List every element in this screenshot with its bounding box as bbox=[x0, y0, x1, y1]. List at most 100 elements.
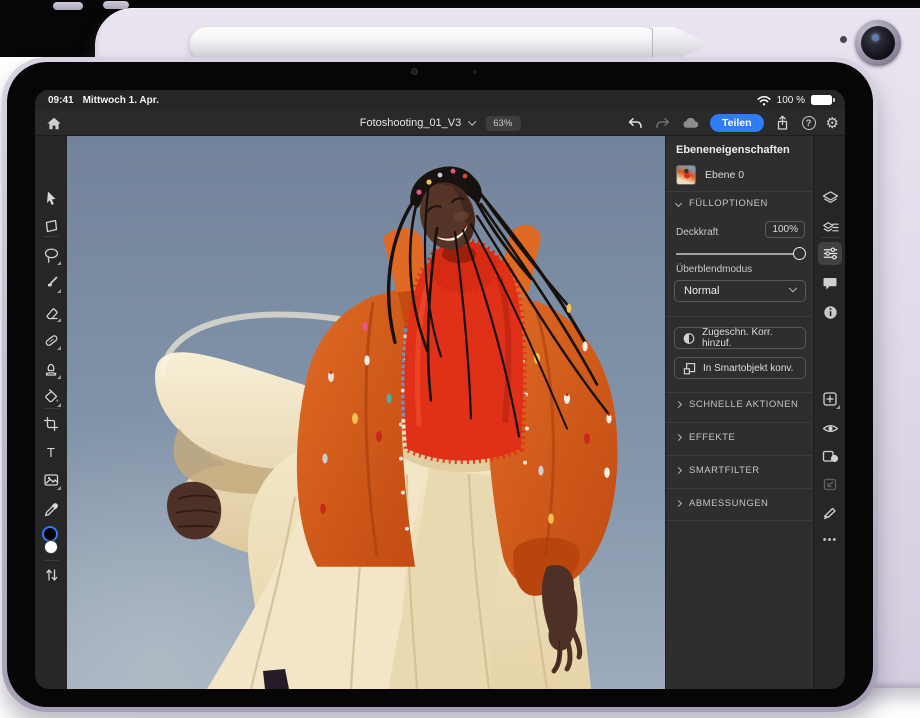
wifi-icon bbox=[757, 95, 771, 106]
panel-title: Ebeneneigenschaften bbox=[676, 144, 790, 156]
info-icon[interactable] bbox=[821, 303, 839, 321]
share-button[interactable]: Teilen bbox=[710, 114, 764, 132]
fill-bucket-tool-icon[interactable] bbox=[42, 388, 60, 406]
help-icon[interactable]: ? bbox=[802, 116, 816, 130]
layer-properties-panel: Ebeneneigenschaften Ebene 0 FÜLLOPTIONEN… bbox=[665, 136, 813, 689]
battery-icon bbox=[811, 95, 832, 105]
ios-status-bar: 09:41 Mittwoch 1. Apr. 100 % bbox=[35, 90, 845, 110]
section-fill-options[interactable]: FÜLLOPTIONEN bbox=[676, 198, 768, 209]
adjustment-icon bbox=[683, 332, 695, 345]
opacity-label: Deckkraft bbox=[676, 227, 718, 238]
section-smart-filter[interactable]: SMARTFILTER bbox=[676, 465, 760, 476]
chevron-right-icon bbox=[675, 401, 682, 408]
layers-icon[interactable] bbox=[821, 189, 839, 207]
tool-rail: T bbox=[35, 136, 67, 689]
layer-visibility-eye-icon[interactable] bbox=[821, 419, 839, 437]
chevron-down-icon bbox=[789, 284, 797, 292]
eraser-tool-icon[interactable] bbox=[42, 303, 60, 321]
lasso-select-tool-icon[interactable] bbox=[42, 246, 60, 264]
apple-pencil-seam bbox=[652, 28, 653, 60]
convert-smart-object-button[interactable]: In Smartobjekt konv. bbox=[674, 357, 806, 379]
photoshop-app-screen: 09:41 Mittwoch 1. Apr. 100 % bbox=[35, 90, 845, 689]
rear-mic-dot bbox=[840, 36, 847, 43]
chevron-right-icon bbox=[675, 467, 682, 474]
chevron-down-icon bbox=[467, 117, 475, 125]
type-tool-icon[interactable]: T bbox=[42, 443, 60, 461]
cloud-sync-icon[interactable] bbox=[682, 114, 700, 132]
rail-divider bbox=[43, 236, 59, 237]
marketing-scene: 09:41 Mittwoch 1. Apr. 100 % bbox=[0, 0, 920, 718]
undo-button[interactable] bbox=[626, 114, 644, 132]
section-dimensions[interactable]: ABMESSUNGEN bbox=[676, 498, 768, 509]
smart-object-icon bbox=[683, 362, 696, 375]
document-title[interactable]: Fotoshooting_01_V3 bbox=[360, 117, 474, 129]
place-photo-tool-icon[interactable] bbox=[42, 471, 60, 489]
opacity-value-box[interactable]: 100% bbox=[765, 221, 805, 238]
compact-layers-icon[interactable] bbox=[821, 218, 839, 236]
background-color-chip[interactable] bbox=[44, 540, 58, 554]
slider-track bbox=[676, 253, 804, 255]
svg-text:T: T bbox=[47, 445, 55, 459]
rear-camera-lens bbox=[861, 26, 895, 60]
crop-tool-icon[interactable] bbox=[42, 415, 60, 433]
redo-button[interactable] bbox=[654, 114, 672, 132]
workspace: T bbox=[35, 136, 845, 689]
clock: 09:41 bbox=[48, 95, 74, 106]
chevron-right-icon bbox=[675, 434, 682, 441]
rear-camera bbox=[855, 20, 901, 66]
flatten-brush-icon[interactable] bbox=[821, 503, 839, 521]
volume-button bbox=[103, 1, 129, 9]
panel-divider bbox=[666, 316, 814, 317]
comments-icon[interactable] bbox=[821, 274, 839, 292]
chevron-down-icon bbox=[675, 200, 682, 207]
front-sensor bbox=[473, 70, 477, 74]
blend-mode-label: Überblendmodus bbox=[676, 264, 752, 275]
front-camera bbox=[411, 68, 418, 75]
panel-divider bbox=[666, 392, 814, 393]
app-title-bar: Fotoshooting_01_V3 63% bbox=[35, 110, 845, 136]
add-clipped-adjustment-button[interactable]: Zugeschn. Korr. hinzuf. bbox=[674, 327, 806, 349]
battery-percent: 100 % bbox=[777, 95, 805, 106]
panel-divider bbox=[666, 191, 814, 192]
rail-divider bbox=[43, 560, 59, 561]
layer-mask-icon[interactable] bbox=[821, 447, 839, 465]
blend-mode-value: Normal bbox=[684, 285, 719, 297]
panel-divider bbox=[666, 520, 814, 521]
panel-divider bbox=[666, 422, 814, 423]
ipad-bezel: 09:41 Mittwoch 1. Apr. 100 % bbox=[7, 62, 873, 707]
brush-tool-icon[interactable] bbox=[42, 274, 60, 292]
layer-name: Ebene 0 bbox=[705, 169, 744, 181]
slider-knob[interactable] bbox=[793, 247, 806, 260]
export-icon[interactable] bbox=[774, 114, 792, 132]
move-tool-icon[interactable] bbox=[42, 189, 60, 207]
transform-tool-icon[interactable] bbox=[42, 217, 60, 235]
home-icon[interactable] bbox=[45, 114, 63, 132]
layer-thumbnail bbox=[676, 165, 696, 185]
section-quick-actions[interactable]: SCHNELLE AKTIONEN bbox=[676, 399, 798, 410]
healing-brush-tool-icon[interactable] bbox=[42, 331, 60, 349]
layer-properties-icon[interactable] bbox=[821, 244, 839, 262]
camera-glint bbox=[872, 34, 879, 41]
panel-switch-strip: ••• bbox=[813, 136, 845, 689]
swap-compare-icon[interactable] bbox=[42, 566, 60, 584]
zoom-level-badge[interactable]: 63% bbox=[485, 116, 520, 131]
strip-divider bbox=[821, 237, 839, 238]
panel-divider bbox=[666, 488, 814, 489]
front-ipad-device: 09:41 Mittwoch 1. Apr. 100 % bbox=[2, 57, 878, 712]
apple-pencil bbox=[190, 27, 658, 61]
opacity-slider[interactable] bbox=[676, 247, 804, 261]
clone-stamp-tool-icon[interactable] bbox=[42, 360, 60, 378]
settings-gear-icon[interactable]: ⚙ bbox=[826, 116, 839, 131]
panel-divider bbox=[666, 455, 814, 456]
volume-button bbox=[53, 2, 83, 10]
eyedropper-tool-icon[interactable] bbox=[42, 500, 60, 518]
chevron-right-icon bbox=[675, 500, 682, 507]
section-effects[interactable]: EFFEKTE bbox=[676, 432, 735, 443]
send-to-layer-icon[interactable] bbox=[821, 475, 839, 493]
photo-canvas[interactable] bbox=[67, 136, 665, 689]
layer-row[interactable]: Ebene 0 bbox=[672, 162, 808, 188]
date: Mittwoch 1. Apr. bbox=[83, 95, 159, 106]
blend-mode-dropdown[interactable]: Normal bbox=[674, 280, 806, 302]
add-layer-icon[interactable] bbox=[821, 390, 839, 408]
more-options-icon[interactable]: ••• bbox=[821, 531, 839, 549]
